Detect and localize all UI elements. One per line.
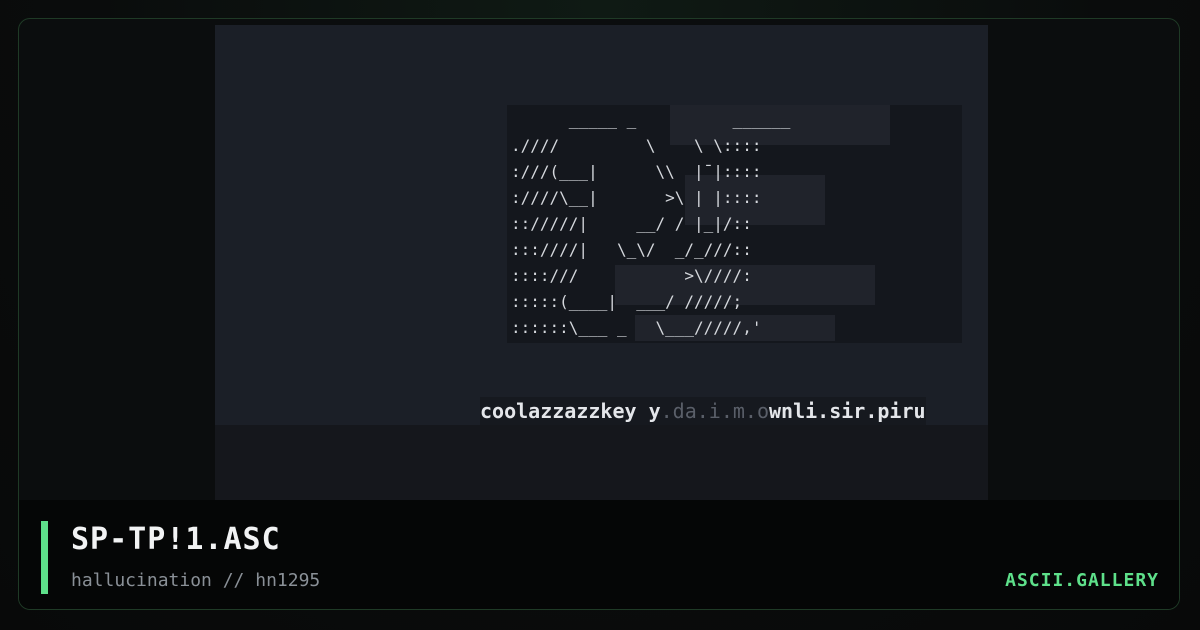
credit-mid: y bbox=[636, 399, 661, 423]
ascii-art-text: _____ _ ______ .//// \ \ \:::: :///(___|… bbox=[511, 110, 791, 337]
site-brand[interactable]: ASCII.GALLERY bbox=[1005, 570, 1159, 591]
page: _____ _ ______ .//// \ \ \:::: :///(___|… bbox=[0, 0, 1200, 630]
info-bar: SP-TP!1.ASC hallucination // hn1295 ASCI… bbox=[19, 500, 1179, 609]
gallery-card[interactable]: _____ _ ______ .//// \ \ \:::: :///(___|… bbox=[18, 18, 1180, 610]
credit-left: coolazzazzkey bbox=[480, 399, 637, 423]
accent-bar bbox=[41, 521, 48, 594]
artwork-subtitle: hallucination // hn1295 bbox=[71, 570, 321, 591]
artwork-lower-band bbox=[215, 425, 988, 503]
credit-right: wnli.sir.piru bbox=[769, 399, 926, 423]
artwork-title[interactable]: SP-TP!1.ASC bbox=[71, 522, 281, 557]
artwork-preview[interactable]: _____ _ ______ .//// \ \ \:::: :///(___|… bbox=[215, 25, 988, 503]
artwork-credit: coolazzazzkey y.da.i.m.ownli.sir.piru bbox=[480, 397, 926, 425]
credit-faded: .da.i.m.o bbox=[660, 399, 770, 423]
